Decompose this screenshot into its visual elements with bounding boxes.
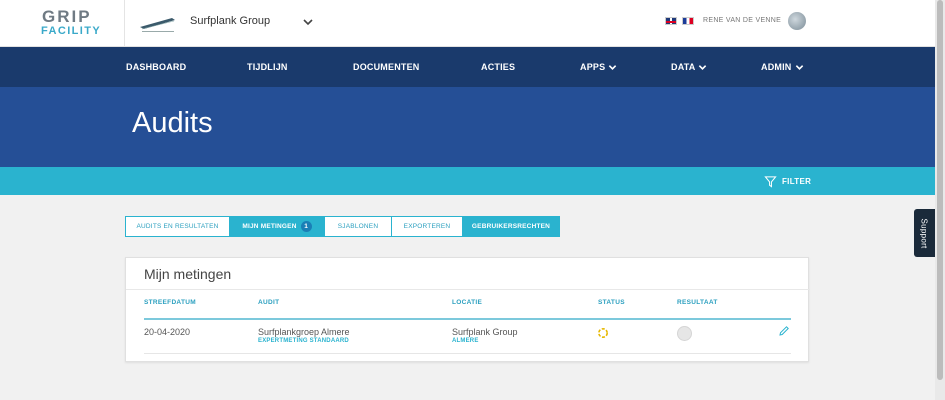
filter-button[interactable]: FILTER: [764, 175, 811, 188]
card-title: Mijn metingen: [144, 266, 232, 282]
nav-apps[interactable]: APPS: [580, 62, 617, 72]
row-divider: [144, 353, 791, 354]
chevron-down-icon: [699, 64, 707, 70]
tab-sjablonen[interactable]: SJABLONEN: [324, 216, 392, 237]
support-label: Support: [920, 217, 929, 249]
tab-audits-en-resultaten[interactable]: AUDITS EN RESULTATEN: [125, 216, 230, 237]
header-divider: [124, 0, 125, 47]
pencil-icon[interactable]: [778, 325, 790, 337]
tab-label: MIJN METINGEN: [242, 223, 297, 230]
chevron-down-icon: [609, 64, 617, 70]
nav-documenten-label: DOCUMENTEN: [353, 62, 420, 72]
nav-tijdlijn-label: TIJDLIJN: [247, 62, 288, 72]
nav-admin-label: ADMIN: [761, 62, 792, 72]
header-underline: [144, 318, 791, 320]
filter-bar: FILTER: [0, 167, 935, 195]
main-nav: DASHBOARD TIJDLIJN DOCUMENTEN ACTIES APP…: [0, 47, 935, 87]
flag-uk-icon[interactable]: [665, 17, 677, 25]
scrollbar-thumb[interactable]: [937, 0, 943, 380]
nav-documenten[interactable]: DOCUMENTEN: [353, 62, 420, 72]
column-header-status[interactable]: STATUS: [598, 299, 625, 306]
flag-fr-icon[interactable]: [682, 17, 694, 25]
cell-audit[interactable]: Surfplankgroep Almere: [258, 327, 350, 337]
nav-admin[interactable]: ADMIN: [761, 62, 804, 72]
chevron-down-icon: [795, 64, 803, 70]
tab-exporteren[interactable]: EXPORTEREN: [391, 216, 463, 237]
nav-acties[interactable]: ACTIES: [481, 62, 515, 72]
divider: [126, 289, 810, 290]
user-name[interactable]: RENE VAN DE VENNE: [703, 17, 781, 24]
page-scrollbar[interactable]: [935, 0, 945, 400]
company-name[interactable]: Surfplank Group: [190, 15, 270, 27]
tab-mijn-metingen[interactable]: MIJN METINGEN 1: [229, 216, 325, 237]
filter-icon: [764, 176, 777, 188]
column-header-locatie[interactable]: LOCATIE: [452, 299, 482, 306]
grip-facility-logo[interactable]: GRIP FACILITY: [28, 8, 106, 40]
tab-gebruikersrechten[interactable]: GEBRUIKERSRECHTEN: [462, 216, 560, 237]
cell-streefdatum: 20-04-2020: [144, 327, 191, 337]
tab-label: AUDITS EN RESULTATEN: [136, 223, 219, 230]
column-header-resultaat[interactable]: RESULTAAT: [677, 299, 718, 306]
nav-data-label: DATA: [671, 62, 696, 72]
nav-apps-label: APPS: [580, 62, 606, 72]
top-header: GRIP FACILITY Surfplank Group RENE VAN D…: [0, 0, 935, 47]
cell-audit-sub: EXPERTMETING STANDAARD: [258, 338, 349, 344]
tab-label: EXPORTEREN: [403, 223, 451, 230]
cell-locatie: Surfplank Group: [452, 327, 518, 337]
company-logo-icon: [140, 18, 175, 32]
audit-tabs: AUDITS EN RESULTATEN MIJN METINGEN 1 SJA…: [125, 216, 560, 237]
nav-tijdlijn[interactable]: TIJDLIJN: [247, 62, 288, 72]
cell-locatie-sub: ALMERE: [452, 338, 479, 344]
chevron-down-icon[interactable]: [301, 15, 315, 29]
tab-label: GEBRUIKERSRECHTEN: [471, 223, 551, 230]
tab-label: SJABLONEN: [337, 223, 379, 230]
column-header-audit[interactable]: AUDIT: [258, 299, 279, 306]
avatar[interactable]: [788, 12, 806, 30]
count-badge: 1: [300, 221, 312, 232]
nav-dashboard-label: DASHBOARD: [126, 62, 187, 72]
nav-acties-label: ACTIES: [481, 62, 516, 72]
mijn-metingen-card: Mijn metingen STREEFDATUM AUDIT LOCATIE …: [125, 257, 810, 362]
filter-label: FILTER: [782, 177, 812, 186]
column-header-streefdatum[interactable]: STREEFDATUM: [144, 299, 196, 306]
nav-data[interactable]: DATA: [671, 62, 707, 72]
logo-facility-text: FACILITY: [41, 25, 102, 37]
nav-dashboard[interactable]: DASHBOARD: [126, 62, 186, 72]
page-title: Audits: [132, 107, 213, 139]
status-pending-icon: [598, 328, 608, 338]
result-indicator: [677, 326, 692, 341]
support-tab[interactable]: Support: [914, 209, 935, 257]
title-band: Audits: [0, 87, 935, 167]
